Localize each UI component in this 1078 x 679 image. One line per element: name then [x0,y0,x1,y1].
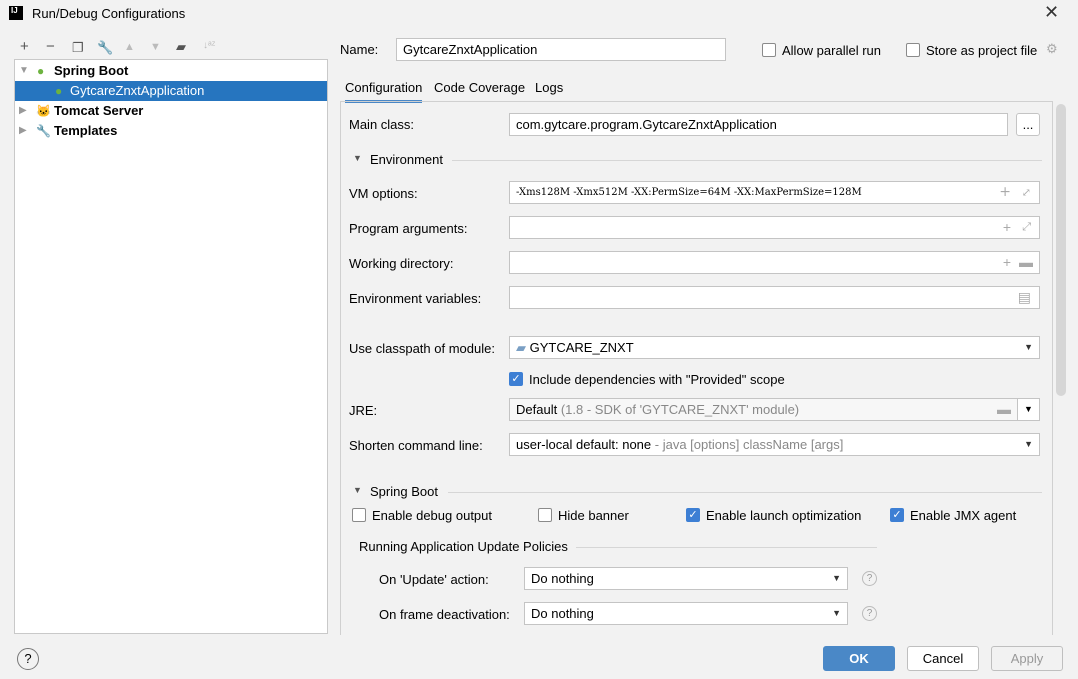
jre-dropdown-button[interactable]: ▼ [1017,398,1040,421]
close-icon[interactable]: ✕ [1044,2,1059,23]
sort-az-icon[interactable]: ↓ᵃᶻ [203,40,215,51]
minus-icon[interactable]: − [46,38,55,55]
help-icon[interactable]: ? [862,571,877,586]
tree-item-tomcat-server[interactable]: ▶ 🐱 Tomcat Server [15,101,327,121]
expand-arrow-icon[interactable]: ▼ [19,61,29,81]
chevron-down-icon: ▼ [1024,342,1033,352]
debug-output-checkbox[interactable] [352,508,366,522]
collapse-arrow-icon[interactable]: ▼ [353,153,362,163]
frame-deactivation-value: Do nothing [531,606,594,621]
working-directory-label: Working directory: [349,256,454,271]
update-action-label: On 'Update' action: [379,572,489,587]
tab-code-coverage[interactable]: Code Coverage [434,80,525,95]
expand-icon[interactable]: ⤢ [1022,217,1031,238]
vm-options-label: VM options: [349,186,418,201]
frame-deactivation-select[interactable]: Do nothing ▼ [524,602,848,625]
allow-parallel-checkbox[interactable] [762,43,776,57]
jre-input[interactable]: Default (1.8 - SDK of 'GYTCARE_ZNXT' mod… [509,398,1018,421]
chevron-down-icon: ▼ [832,608,841,618]
include-deps-checkbox[interactable]: ✓ [509,372,523,386]
store-project-label: Store as project file [926,43,1038,58]
plus-icon[interactable]: + [1003,217,1011,238]
module-value: GYTCARE_ZNXT [529,340,634,355]
chevron-down-icon: ▼ [832,573,841,583]
jre-value: Default [516,402,558,417]
jre-label: JRE: [349,403,378,418]
spring-boot-icon: ● [37,64,45,78]
scrollbar[interactable] [1056,104,1066,396]
main-class-label: Main class: [349,117,415,132]
hide-banner-checkbox[interactable] [538,508,552,522]
plus-icon[interactable]: + [20,38,29,55]
launch-optimization-checkbox[interactable]: ✓ [686,508,700,522]
chevron-down-icon: ▼ [1024,439,1033,449]
jmx-agent-label: Enable JMX agent [910,508,1017,523]
main-class-input[interactable]: com.gytcare.program.GytcareZnxtApplicati… [509,113,1008,136]
gear-icon[interactable]: ⚙ [1046,41,1058,57]
name-label: Name: [340,42,379,57]
module-label: Use classpath of module: [349,341,495,356]
module-icon: ▰ [516,340,526,355]
apply-button[interactable]: Apply [991,646,1063,671]
browse-button[interactable]: ... [1016,113,1040,136]
update-action-value: Do nothing [531,571,594,586]
frame-deactivation-label: On frame deactivation: [379,607,510,622]
shorten-command-label: Shorten command line: [349,438,483,453]
copy-icon[interactable]: ❐ [72,40,84,56]
collapse-arrow-icon[interactable]: ▶ [19,121,27,141]
tab-logs[interactable]: Logs [535,80,563,95]
plus-icon[interactable]: + [1003,252,1011,273]
wrench-icon: 🔧 [36,124,51,138]
spring-boot-icon: ● [55,84,63,98]
allow-parallel-label: Allow parallel run [782,43,881,58]
jre-hint: (1.8 - SDK of 'GYTCARE_ZNXT' module) [560,402,800,417]
folder-icon[interactable]: ▬ [1019,252,1033,273]
window-title: Run/Debug Configurations [32,6,186,21]
program-arguments-label: Program arguments: [349,221,468,236]
name-input[interactable]: GytcareZnxtApplication [396,38,726,61]
document-icon[interactable]: ▤ [1018,287,1031,308]
working-directory-input[interactable]: + ▬ [509,251,1040,274]
include-deps-label: Include dependencies with "Provided" sco… [529,372,785,387]
folder-icon[interactable]: ▬ [997,399,1011,420]
vm-options-input[interactable]: -Xms128M -Xmx512M -XX:PermSize=64M -XX:M… [509,181,1040,204]
environment-variables-input[interactable]: ▤ [509,286,1040,309]
environment-variables-label: Environment variables: [349,291,482,306]
intellij-logo: IJ [9,6,23,20]
collapse-arrow-icon[interactable]: ▶ [19,101,27,121]
vm-options-value: -Xms128M -Xmx512M -XX:PermSize=64M -XX:M… [516,187,862,198]
launch-optimization-label: Enable launch optimization [706,508,862,523]
expand-icon[interactable]: ⤢ [1022,182,1031,203]
arrow-up-icon[interactable]: ▲ [124,41,135,53]
ok-button[interactable]: OK [823,646,895,671]
config-tree[interactable]: ▼ ● Spring Boot ● GytcareZnxtApplication… [14,59,328,634]
hide-banner-label: Hide banner [558,508,629,523]
tab-configuration[interactable]: Configuration [345,80,423,103]
module-select[interactable]: ▰ GYTCARE_ZNXT ▼ [509,336,1040,359]
environment-section[interactable]: Environment [370,152,443,167]
tree-item-templates[interactable]: ▶ 🔧 Templates [15,121,327,141]
debug-output-label: Enable debug output [372,508,492,523]
update-policies-heading: Running Application Update Policies [359,539,568,554]
shorten-command-select[interactable]: user-local default: none - java [options… [509,433,1040,456]
tomcat-icon: 🐱 [36,104,51,118]
program-arguments-input[interactable]: + ⤢ [509,216,1040,239]
tree-item-spring-boot[interactable]: ▼ ● Spring Boot [15,61,327,81]
tree-item-gytcareznxtapplication[interactable]: ● GytcareZnxtApplication [15,81,327,101]
update-action-select[interactable]: Do nothing ▼ [524,567,848,590]
plus-icon[interactable]: + [999,182,1011,203]
shorten-value: user-local default: none [516,437,652,452]
cancel-button[interactable]: Cancel [907,646,979,671]
wrench-icon[interactable]: 🔧 [97,40,113,56]
new-folder-icon[interactable]: ▰ [176,39,186,55]
collapse-arrow-icon[interactable]: ▼ [353,485,362,495]
help-button[interactable]: ? [17,648,39,670]
arrow-down-icon[interactable]: ▼ [150,41,161,53]
shorten-hint: - java [options] className [args] [654,437,844,452]
jmx-agent-checkbox[interactable]: ✓ [890,508,904,522]
spring-boot-section[interactable]: Spring Boot [370,484,438,499]
store-project-checkbox[interactable] [906,43,920,57]
help-icon[interactable]: ? [862,606,877,621]
